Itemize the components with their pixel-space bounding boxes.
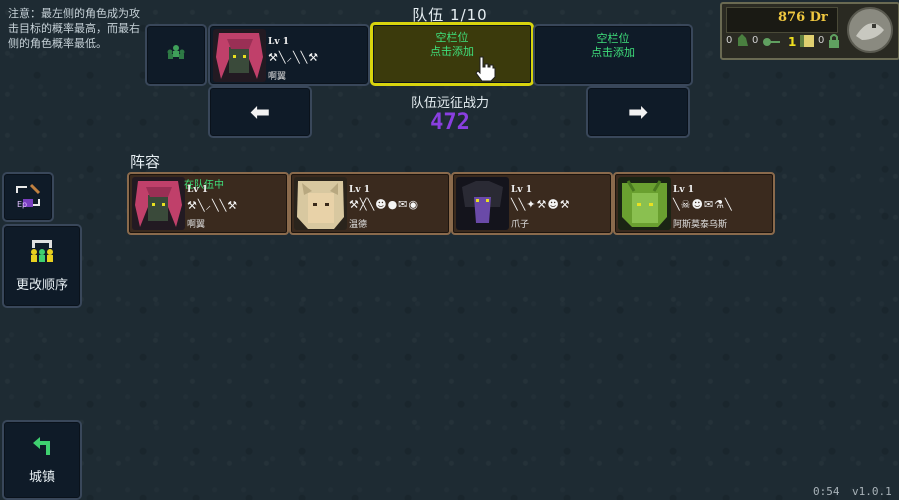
res-slot-3: 1 — [788, 35, 797, 49]
res-slot-2: 0 — [752, 35, 759, 46]
roster-skill-icons: ⚒╲⸝╲╲⚒ — [187, 199, 239, 212]
roster-skill-icons: ╲☠☻✉⚗╲ — [673, 198, 733, 211]
scroll-res-icon — [798, 33, 816, 49]
version-label: v1.0.1 — [852, 485, 892, 498]
empty-slot-action-2: 点击添加 — [591, 46, 635, 59]
roster-portrait-avatar — [456, 177, 509, 230]
empty-slot-action: 点击添加 — [430, 45, 474, 58]
roster-card[interactable]: 在队伍中 Lv 1 ⚒╲⸝╲╲⚒ 啊翼 — [127, 172, 289, 235]
roster-card[interactable]: Lv 1 ⚒╳╲☻●✉◉ 温德 — [289, 172, 451, 235]
team-members-icon — [165, 42, 187, 64]
gold-amount: 876 Dr — [778, 10, 828, 25]
lock-res-icon — [826, 33, 842, 49]
roster-title: 阵容 — [130, 153, 161, 171]
arrow-right-icon: ➡ — [627, 98, 649, 126]
roster-skill-icons: ⚒╳╲☻●✉◉ — [349, 198, 419, 211]
roster-level: Lv 1 — [187, 185, 208, 195]
town-button[interactable]: 城镇 — [2, 420, 82, 500]
team-power-value: 472 — [430, 110, 470, 135]
roster-name: 温德 — [349, 220, 368, 230]
change-order-button[interactable]: 更改顺序 — [2, 224, 82, 308]
hero-portrait-avatar — [213, 29, 266, 82]
hand-res-icon — [736, 32, 750, 48]
town-label: 城镇 — [28, 470, 55, 485]
team-slot-empty-selected[interactable]: 空栏位 点击添加 — [370, 22, 534, 86]
roster-portrait-avatar — [294, 177, 347, 230]
roster-name: 阿斯莫泰乌斯 — [673, 220, 728, 230]
return-arrow-icon — [30, 434, 54, 458]
team-slot-hero[interactable]: Lv 1 ⚒╲⸝╲╲⚒ 啊翼 — [208, 24, 370, 86]
hint-text: 注意：最左侧的角色成为攻击目标的概率最高，而最右侧的角色概率最低。 — [8, 7, 140, 50]
team-power-label: 队伍远征战力 — [410, 96, 489, 111]
roster-skill-icons: ╲╲✦⚒☻⚒ — [511, 198, 571, 211]
currency-seal-icon — [846, 6, 894, 54]
team-members-icon-button[interactable] — [145, 24, 207, 86]
empty-slot-label-2: 空栏位 — [596, 32, 630, 45]
roster-portrait-avatar — [618, 177, 671, 230]
roster-portrait-avatar — [132, 177, 185, 230]
res-slot-1: 0 — [726, 35, 733, 46]
roster-name: 啊翼 — [187, 220, 206, 230]
change-order-label: 更改顺序 — [15, 278, 68, 293]
next-team-button[interactable]: ➡ — [586, 86, 690, 138]
roster-card[interactable]: Lv 1 ╲╲✦⚒☻⚒ 爪子 — [451, 172, 613, 235]
arrow-left-icon: ⬅ — [249, 98, 271, 126]
roster-level: Lv 1 — [349, 185, 370, 195]
team-slot-empty[interactable]: 空栏位 点击添加 — [533, 24, 693, 86]
equipment-swap-button[interactable]: Ep — [2, 172, 54, 222]
prev-team-button[interactable]: ⬅ — [208, 86, 312, 138]
hero-level: Lv 1 — [268, 37, 289, 47]
empty-slot-label: 空栏位 — [435, 31, 469, 44]
resources-panel: 876 Dr 0 0 1 0 — [720, 2, 899, 60]
roster-name: 爪子 — [511, 220, 530, 230]
equip-label: Ep — [17, 200, 28, 209]
hero-name: 啊翼 — [268, 72, 287, 82]
roster-card[interactable]: Lv 1 ╲☠☻✉⚗╲ 阿斯莫泰乌斯 — [613, 172, 775, 235]
roster-level: Lv 1 — [511, 185, 532, 195]
roster-level: Lv 1 — [673, 185, 694, 195]
res-slot-4: 0 — [818, 35, 825, 46]
pointer-hand-icon — [472, 55, 498, 88]
play-time: 0:54 — [813, 485, 840, 498]
hero-skill-icons: ⚒╲⸝╲╲⚒ — [268, 51, 320, 64]
key-res-icon — [762, 34, 782, 48]
reorder-icon — [28, 238, 56, 266]
